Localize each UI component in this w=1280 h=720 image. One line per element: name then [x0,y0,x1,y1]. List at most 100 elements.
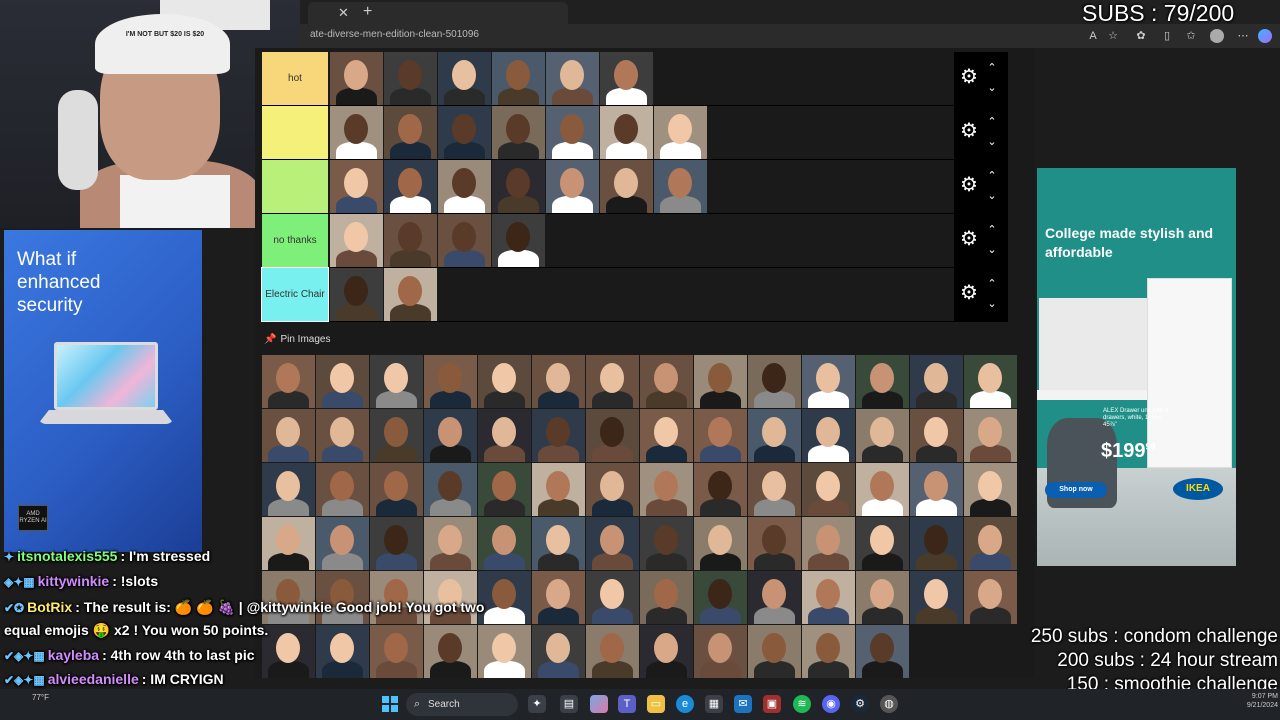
tier-image[interactable] [330,160,383,213]
pool-image[interactable] [856,517,909,570]
chevron-up-icon[interactable]: ⌃ [986,116,998,128]
mail-icon[interactable]: ✉ [734,695,752,713]
gear-icon[interactable]: ⚙ [958,66,980,88]
pool-image[interactable] [478,463,531,516]
file-explorer-icon[interactable]: ▤ [560,695,578,713]
pool-image[interactable] [856,463,909,516]
pool-image[interactable] [262,517,315,570]
tier-label[interactable]: no thanks [262,214,328,267]
pool-image[interactable] [694,571,747,624]
shop-now-button[interactable]: Shop now [1045,482,1107,498]
pool-image[interactable] [802,355,855,408]
pool-image[interactable] [694,355,747,408]
pool-image[interactable] [694,409,747,462]
obs-icon[interactable]: ◍ [880,695,898,713]
pool-image[interactable] [424,517,477,570]
pool-image[interactable] [640,625,693,678]
favorite-star-icon[interactable]: ☆ [1106,29,1120,43]
gear-icon[interactable]: ⚙ [958,120,980,142]
pool-image[interactable] [424,355,477,408]
new-tab-icon[interactable]: + [363,3,372,21]
pool-image[interactable] [856,355,909,408]
pool-image[interactable] [424,571,477,624]
pool-image[interactable] [640,571,693,624]
pool-image[interactable] [640,409,693,462]
taskbar-search[interactable]: ⌕ Search [406,693,518,716]
pool-image[interactable] [694,625,747,678]
pool-image[interactable] [532,409,585,462]
pool-image[interactable] [640,355,693,408]
url-text[interactable]: ate-diverse-men-edition-clean-501096 [310,29,479,40]
pool-image[interactable] [586,625,639,678]
windows-start-icon[interactable] [382,696,398,712]
chevron-up-icon[interactable]: ⌃ [986,224,998,236]
chevron-down-icon[interactable]: ⌄ [986,136,998,148]
chevron-up-icon[interactable]: ⌃ [986,62,998,74]
pool-image[interactable] [424,625,477,678]
pool-image[interactable] [748,409,801,462]
spotify-icon[interactable]: ≋ [793,695,811,713]
tier-image[interactable] [492,160,545,213]
pool-image[interactable] [964,571,1017,624]
chat-username[interactable]: kayleba [48,647,99,663]
tier-image[interactable] [546,106,599,159]
pool-image[interactable] [694,463,747,516]
copilot-app-icon[interactable]: ✦ [528,695,546,713]
chevron-down-icon[interactable]: ⌄ [986,244,998,256]
close-icon[interactable]: ✕ [338,5,349,21]
app-icon[interactable]: ▣ [763,695,781,713]
pool-image[interactable] [964,463,1017,516]
tier-label[interactable] [262,160,328,213]
tier-image[interactable] [492,106,545,159]
edge-icon[interactable]: e [676,695,694,713]
pool-image[interactable] [424,463,477,516]
pool-image[interactable] [910,463,963,516]
tier-image[interactable] [384,160,437,213]
steam-icon[interactable]: ⚙ [851,695,869,713]
chevron-down-icon[interactable]: ⌄ [986,190,998,202]
pool-image[interactable] [802,571,855,624]
pool-image[interactable] [910,409,963,462]
pool-image[interactable] [370,463,423,516]
pool-image[interactable] [802,409,855,462]
pool-image[interactable] [478,517,531,570]
tier-image[interactable] [492,52,545,105]
favorites-icon[interactable]: ✩ [1184,29,1198,43]
pool-image[interactable] [748,571,801,624]
extensions-icon[interactable]: ✿ [1134,29,1148,43]
pool-image[interactable] [262,571,315,624]
copilot-icon[interactable] [1258,29,1272,43]
pool-image[interactable] [910,571,963,624]
profile-avatar[interactable] [1210,29,1224,43]
tier-image[interactable] [600,160,653,213]
pool-image[interactable] [856,571,909,624]
pool-image[interactable] [532,625,585,678]
tier-image[interactable] [654,160,707,213]
discord-icon[interactable]: ◉ [822,695,840,713]
pool-image[interactable] [748,463,801,516]
pin-images-label[interactable]: 📌 Pin Images [264,334,330,345]
pool-image[interactable] [532,463,585,516]
tier-image[interactable] [438,106,491,159]
gear-icon[interactable]: ⚙ [958,228,980,250]
tier-image[interactable] [438,214,491,267]
tier-label[interactable]: Electric Chair [261,267,329,322]
teams-icon[interactable]: T [618,695,636,713]
pool-image[interactable] [316,355,369,408]
laptop-advertisement[interactable]: What if enhanced security AMD RYZEN AI [4,230,202,552]
pool-image[interactable] [532,571,585,624]
pool-image[interactable] [910,517,963,570]
tier-image[interactable] [384,52,437,105]
chevron-down-icon[interactable]: ⌄ [986,298,998,310]
pool-image[interactable] [586,463,639,516]
pool-image[interactable] [478,409,531,462]
tier-image[interactable] [438,160,491,213]
pool-image[interactable] [856,625,909,678]
pool-image[interactable] [964,355,1017,408]
chat-username[interactable]: BotRix [27,599,72,615]
pool-image[interactable] [802,463,855,516]
gear-icon[interactable]: ⚙ [958,174,980,196]
tier-image[interactable] [330,268,383,321]
tier-image[interactable] [438,52,491,105]
pool-image[interactable] [856,409,909,462]
